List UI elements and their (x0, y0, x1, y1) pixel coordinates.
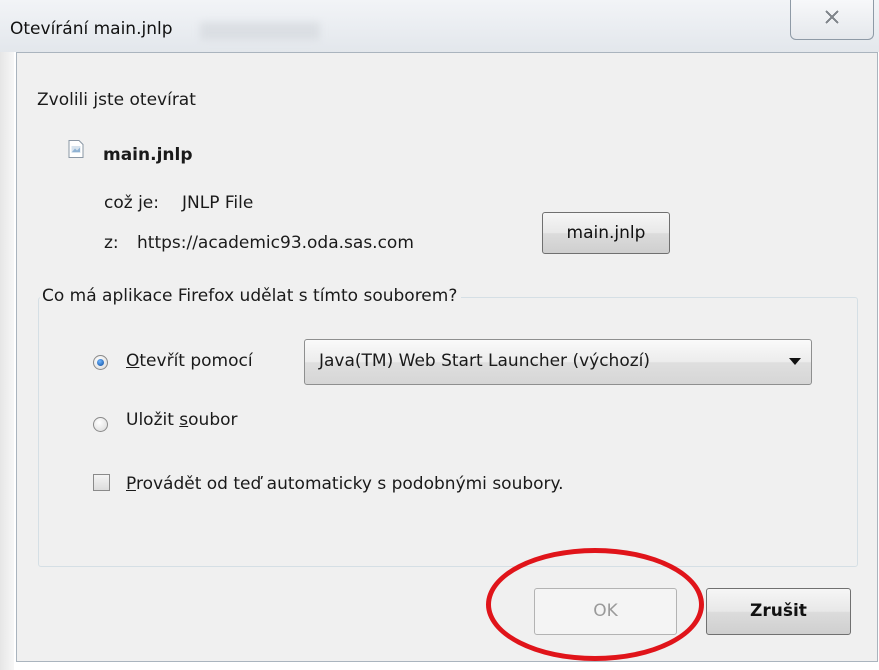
ok-button[interactable]: OK (534, 588, 677, 635)
app-select[interactable]: Java(TM) Web Start Launcher (výchozí) (304, 339, 812, 385)
save-file-label: Uložit soubor (126, 410, 238, 430)
from-label: z: (104, 233, 119, 253)
save-file-radio[interactable] (93, 417, 108, 432)
type-value: JNLP File (182, 193, 254, 213)
background-window-strip (0, 0, 14, 670)
action-group-legend: Co má aplikace Firefox udělat s tímto so… (40, 286, 462, 306)
save-file-label-rest: oubor (188, 410, 238, 430)
auto-action-label: Provádět od teď automaticky s podobnými … (126, 474, 564, 494)
type-label: což je: (104, 193, 159, 213)
save-file-label-first: Uložit (126, 410, 180, 430)
auto-action-checkbox[interactable] (93, 474, 110, 491)
cancel-button[interactable]: Zrušit (706, 588, 851, 635)
chevron-down-icon (789, 358, 801, 365)
save-file-label-accesskey: s (179, 410, 189, 430)
close-icon (825, 10, 839, 24)
action-group (38, 297, 858, 567)
app-select-value: Java(TM) Web Start Launcher (výchozí) (319, 351, 650, 371)
open-with-radio[interactable] (93, 355, 108, 370)
file-name-button[interactable]: main.jnlp (542, 212, 670, 254)
title-bar[interactable]: Otevírání main.jnlp (0, 0, 879, 52)
open-with-label: Otevřít pomocí (126, 351, 253, 371)
auto-action-label-rest: rovádět od teď automaticky s podobnými s… (135, 474, 564, 494)
page: Otevírání main.jnlp Zvolili jste otevíra… (0, 0, 879, 670)
title-bar-blur (200, 22, 320, 40)
auto-action-label-accesskey: P (126, 474, 136, 494)
from-value: https://academic93.oda.sas.com (137, 233, 414, 253)
open-with-label-rest: tevřít pomocí (139, 351, 253, 371)
window-title: Otevírání main.jnlp (10, 19, 173, 39)
intro-text: Zvolili jste otevírat (37, 90, 196, 110)
file-name: main.jnlp (103, 145, 193, 165)
file-icon (68, 140, 84, 158)
close-button[interactable] (790, 0, 874, 40)
open-with-label-accesskey: O (126, 351, 140, 371)
